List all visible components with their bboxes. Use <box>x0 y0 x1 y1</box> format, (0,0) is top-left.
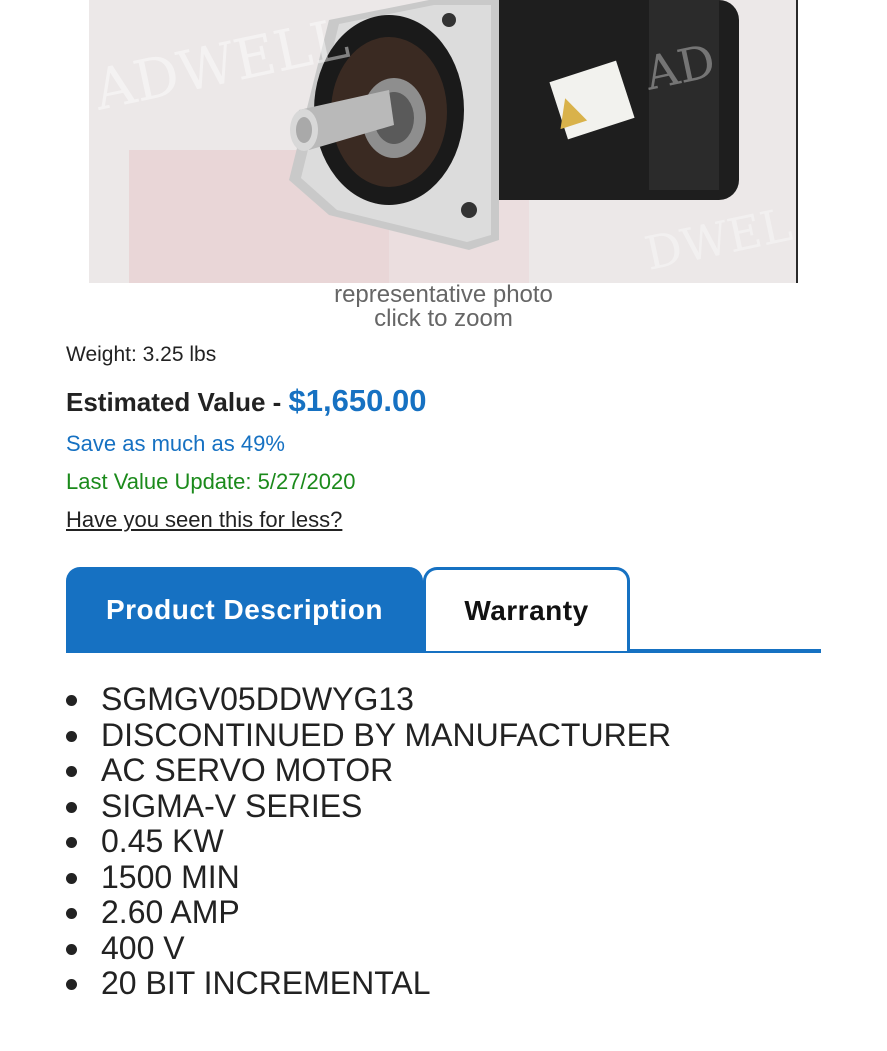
list-item: DISCONTINUED BY MANUFACTURER <box>66 716 672 754</box>
spec-text: 2.60 AMP <box>101 894 240 930</box>
bullet-icon <box>66 695 77 706</box>
estimated-price: $1,650.00 <box>288 383 427 418</box>
list-item: AC SERVO MOTOR <box>66 752 671 789</box>
spec-text: AC SERVO MOTOR <box>101 752 394 788</box>
last-value-update: Last Value Update: 5/27/2020 <box>66 469 356 494</box>
bullet-icon <box>66 837 77 848</box>
photo-caption: representative photo <box>334 281 553 308</box>
list-item: 2.60 AMP <box>66 894 671 931</box>
spec-text: 1500 MIN <box>101 858 240 895</box>
zoom-caption[interactable]: click to zoom <box>0 307 887 331</box>
bullet-icon <box>66 908 77 919</box>
spec-list: SGMGV05DDWYG13 DISCONTINUED BY MANUFACTU… <box>66 681 672 1002</box>
savings-text: Save as much as 49% <box>66 431 285 456</box>
list-item: SIGMA-V SERIES <box>66 787 671 825</box>
tab-product-description[interactable]: Product Description <box>66 567 423 653</box>
spec-text: DISCONTINUED BY MANUFACTURER <box>101 716 672 753</box>
bullet-icon <box>66 943 77 955</box>
estimated-value-label: Estimated Value - <box>66 387 289 417</box>
estimated-value: Estimated Value - $1,650.00 <box>66 383 426 419</box>
bullet-icon <box>66 730 77 742</box>
seen-for-less-link[interactable]: Have you seen this for less? <box>66 507 342 533</box>
list-item: 20 BIT INCREMENTAL <box>66 965 671 1002</box>
bullet-icon <box>66 801 77 813</box>
list-item: 400 V <box>66 929 671 967</box>
list-item: 1500 MIN <box>66 858 671 896</box>
bullet-icon <box>66 872 77 884</box>
spec-text: 20 BIT INCREMENTAL <box>101 965 431 1001</box>
spec-text: SGMGV05DDWYG13 <box>101 681 414 717</box>
bullet-icon <box>66 766 77 777</box>
product-weight: Weight: 3.25 lbs <box>66 343 217 366</box>
servo-motor-photo: ADWELL AD DWEL <box>89 0 796 283</box>
spec-text: 400 V <box>101 929 185 966</box>
tab-warranty[interactable]: Warranty <box>423 567 630 651</box>
spec-text: 0.45 KW <box>101 823 224 859</box>
spec-text: SIGMA-V SERIES <box>101 787 363 824</box>
bullet-icon <box>66 979 77 990</box>
list-item: 0.45 KW <box>66 823 671 860</box>
product-image[interactable]: ADWELL AD DWEL <box>89 0 798 283</box>
list-item: SGMGV05DDWYG13 <box>66 681 671 718</box>
